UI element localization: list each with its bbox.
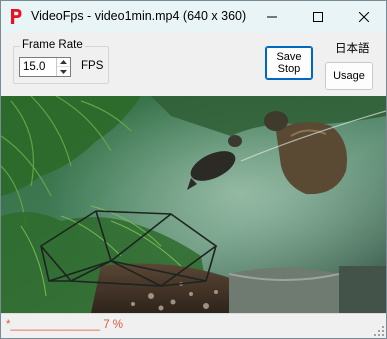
video-preview — [1, 96, 386, 313]
fps-decrement-button[interactable] — [57, 67, 70, 76]
title-bar[interactable]: VideoFps - video1min.mp4 (640 x 360) — [1, 1, 386, 33]
close-icon — [359, 12, 369, 22]
language-toggle[interactable]: 日本語 — [335, 40, 370, 56]
control-panel: Frame Rate FPS Save Stop 日本語 — [1, 33, 386, 96]
fps-increment-button[interactable] — [57, 58, 70, 67]
app-window: VideoFps - video1min.mp4 (640 x 360) Fra… — [0, 0, 387, 339]
frame-rate-label: Frame Rate — [20, 39, 85, 51]
maximize-button[interactable] — [295, 1, 341, 33]
usage-button[interactable]: Usage — [325, 62, 373, 90]
minimize-icon — [267, 16, 277, 18]
caret-up-icon — [60, 60, 67, 64]
maximize-icon — [313, 12, 323, 22]
save-label: Save — [276, 51, 302, 63]
status-bar: *______________ 7 % — [1, 313, 386, 338]
stop-label: Stop — [277, 63, 301, 75]
caret-down-icon — [60, 69, 67, 74]
fps-unit-label: FPS — [81, 60, 104, 72]
close-button[interactable] — [341, 1, 386, 33]
minimize-button[interactable] — [249, 1, 295, 33]
video-frame-image — [1, 96, 386, 313]
resize-grip-icon[interactable] — [374, 326, 384, 336]
window-title: VideoFps - video1min.mp4 (640 x 360) — [31, 9, 247, 23]
fps-input[interactable] — [20, 58, 56, 76]
usage-label: Usage — [333, 70, 365, 82]
fps-stepper[interactable] — [19, 57, 71, 77]
fps-spin-buttons[interactable] — [56, 58, 70, 76]
progress-status: *______________ 7 % — [6, 319, 124, 331]
app-logo-icon — [11, 9, 22, 24]
save-stop-button[interactable]: Save Stop — [265, 46, 313, 80]
